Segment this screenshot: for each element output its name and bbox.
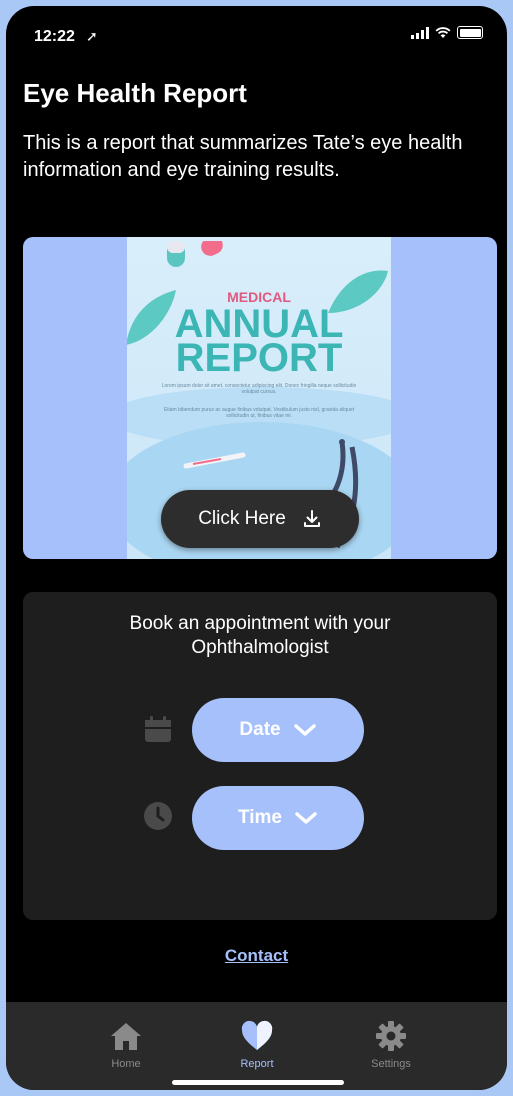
gear-icon <box>376 1021 406 1051</box>
date-picker-button[interactable]: Date <box>192 698 364 762</box>
time-picker-button[interactable]: Time <box>192 786 364 850</box>
status-bar: 12:22 ➚ <box>6 6 507 60</box>
appointment-title-line2: Ophthalmologist <box>191 637 329 658</box>
download-button-label: Click Here <box>198 508 286 529</box>
page-description: This is a report that summarizes Tate’s … <box>23 132 463 181</box>
status-indicators <box>411 26 483 39</box>
chevron-down-icon <box>293 724 316 736</box>
report-preview-card[interactable]: MEDICAL ANNUAL REPORT Lorem ipsum dolor … <box>23 237 497 559</box>
battery-icon <box>457 26 483 39</box>
home-indicator[interactable] <box>172 1080 344 1085</box>
poster-title-line2: REPORT <box>175 336 343 380</box>
thermometer-icon <box>183 452 246 469</box>
contact-link[interactable]: Contact <box>6 946 507 966</box>
wifi-icon <box>435 26 451 38</box>
appointment-title: Book an appointment with your Ophthalmol… <box>23 612 497 660</box>
poster-body-1: Lorem ipsum dolor sit amet, consectetur … <box>161 383 357 395</box>
appointment-card: Book an appointment with your Ophthalmol… <box>23 592 497 920</box>
clock-icon <box>144 802 172 830</box>
calendar-icon <box>145 716 171 742</box>
appointment-title-line1: Book an appointment with your <box>129 613 391 634</box>
poster-body-2: Etiam bibendum purus ac augue finibus vo… <box>163 407 355 419</box>
tab-settings[interactable]: Settings <box>351 1020 431 1070</box>
home-icon <box>111 1023 141 1050</box>
page-title: Eye Health Report <box>23 78 247 108</box>
bottom-tab-bar: Home Report Settings <box>6 1002 507 1090</box>
status-time: 12:22 <box>34 28 75 45</box>
chevron-down-icon <box>295 812 317 824</box>
tab-report-label: Report <box>240 1058 274 1070</box>
tab-settings-label: Settings <box>371 1058 411 1070</box>
date-label: Date <box>239 719 281 740</box>
download-icon <box>303 510 320 527</box>
cellular-signal-icon <box>411 26 429 39</box>
heart-icon <box>241 1020 273 1050</box>
location-arrow-icon: ➚ <box>86 28 98 44</box>
tab-report[interactable]: Report <box>217 1020 297 1070</box>
download-report-button[interactable]: Click Here <box>161 490 359 548</box>
tab-home[interactable]: Home <box>86 1020 166 1070</box>
tab-home-label: Home <box>111 1058 141 1070</box>
phone-screen: 12:22 ➚ Eye Health Report This is a repo… <box>6 6 507 1090</box>
pill-icon <box>167 241 223 267</box>
time-label: Time <box>237 807 282 828</box>
